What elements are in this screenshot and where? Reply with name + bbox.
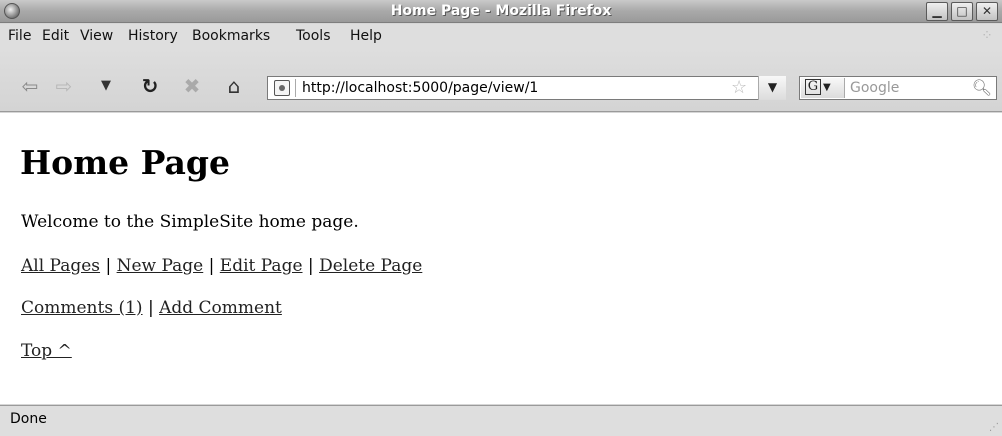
menu-help[interactable]: Help [350, 28, 382, 44]
home-icon[interactable]: ⌂ [222, 74, 246, 98]
menu-history[interactable]: History [128, 28, 178, 44]
edit-page-link[interactable]: Edit Page [220, 256, 303, 276]
google-engine-icon: G [805, 79, 821, 95]
comments-link[interactable]: Comments (1) [21, 298, 143, 318]
bookmark-star-icon[interactable]: ☆ [731, 78, 747, 98]
link-separator: | [208, 256, 215, 276]
menu-file[interactable]: File [8, 28, 31, 44]
top-link[interactable]: Top ^ [21, 341, 72, 361]
navigation-toolbar: ⇦ ⇨ ▼ ↻ ✖ ⌂ http://localhost:5000/page/v… [0, 48, 1002, 112]
stop-icon[interactable]: ✖ [180, 74, 204, 98]
maximize-button[interactable]: □ [951, 2, 973, 21]
search-engine-selector[interactable]: G ▼ [801, 78, 845, 98]
link-separator: | [307, 256, 314, 276]
resize-grip-icon[interactable]: ⋰ [989, 422, 999, 433]
reload-icon[interactable]: ↻ [138, 74, 162, 98]
url-separator [295, 79, 296, 97]
link-separator: | [147, 298, 154, 318]
menu-view[interactable]: View [80, 28, 113, 44]
new-page-link[interactable]: New Page [117, 256, 204, 276]
back-arrow-icon[interactable]: ⇦ [18, 74, 42, 98]
forward-arrow-icon[interactable]: ⇨ [52, 74, 76, 98]
url-dropdown-button[interactable]: ▼ [758, 76, 786, 100]
page-actions-links: All Pages | New Page | Edit Page | Delet… [21, 256, 422, 276]
page-content: Home Page Welcome to the SimpleSite home… [0, 113, 1002, 404]
delete-page-link[interactable]: Delete Page [319, 256, 422, 276]
window-titlebar: Home Page - Mozilla Firefox ▁ □ ✕ [0, 0, 1002, 23]
status-text: Done [10, 411, 47, 427]
search-magnifier-icon[interactable]: 🔍︎ [972, 78, 992, 98]
site-identity-icon[interactable] [274, 80, 290, 96]
welcome-text: Welcome to the SimpleSite home page. [21, 212, 359, 232]
minimize-button[interactable]: ▁ [926, 2, 948, 21]
status-bar: Done ⋰ [0, 405, 1002, 436]
history-dropdown-icon[interactable]: ▼ [94, 74, 118, 98]
menu-edit[interactable]: Edit [42, 28, 69, 44]
search-input[interactable] [850, 79, 970, 97]
search-bar[interactable]: G▼ 🔍︎ [799, 76, 997, 100]
top-link-row: Top ^ [21, 341, 72, 361]
menu-bar: File Edit View History Bookmarks Tools H… [0, 24, 1002, 48]
menu-bookmarks[interactable]: Bookmarks [192, 28, 270, 44]
url-bar[interactable]: http://localhost:5000/page/view/1 ☆ ▼ [267, 76, 786, 100]
window-title: Home Page - Mozilla Firefox [390, 3, 612, 19]
comment-links: Comments (1) | Add Comment [21, 298, 282, 318]
close-button[interactable]: ✕ [976, 2, 998, 21]
all-pages-link[interactable]: All Pages [21, 256, 100, 276]
add-comment-link[interactable]: Add Comment [159, 298, 282, 318]
throbber-icon: ⁘ [981, 28, 993, 44]
link-separator: | [105, 256, 112, 276]
url-text[interactable]: http://localhost:5000/page/view/1 [302, 80, 538, 96]
menu-tools[interactable]: Tools [296, 28, 331, 44]
engine-dropdown-icon: ▼ [823, 82, 831, 93]
page-heading: Home Page [20, 143, 230, 182]
